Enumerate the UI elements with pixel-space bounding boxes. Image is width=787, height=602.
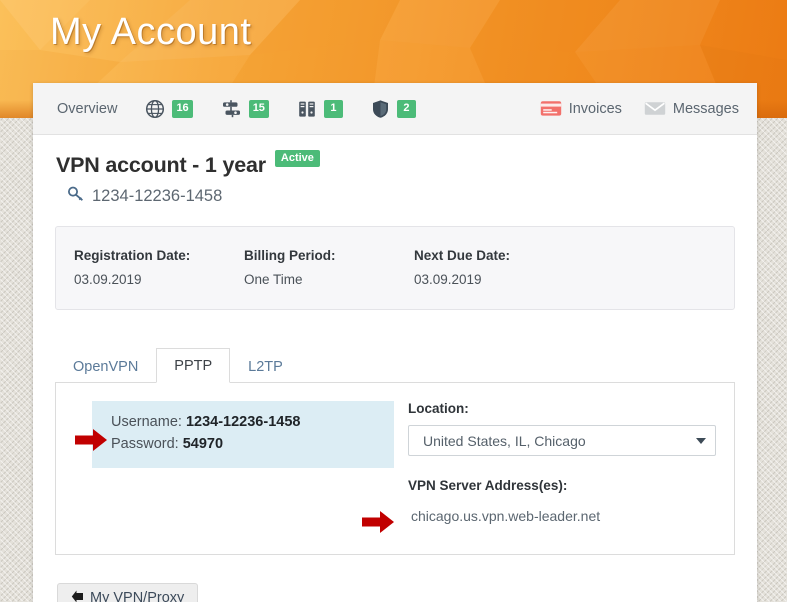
next-due-date-value: 03.09.2019 bbox=[414, 272, 482, 287]
password-value: 54970 bbox=[182, 435, 224, 452]
protocol-tabs: OpenVPN PPTP L2TP bbox=[55, 348, 735, 383]
back-button-label: My VPN/Proxy bbox=[90, 590, 185, 602]
credentials-section: Username: 1234-12236-1458 Password: 5497… bbox=[74, 401, 394, 530]
registration-date-value: 03.09.2019 bbox=[74, 272, 142, 287]
credit-card-icon bbox=[540, 100, 562, 117]
chevron-down-icon bbox=[696, 437, 706, 444]
nav-item-hosting[interactable]: 15 bbox=[207, 83, 283, 135]
info-column-next-due: Next Due Date: 03.09.2019 bbox=[414, 248, 614, 287]
account-id: 1234-12236-1458 bbox=[92, 187, 223, 205]
username-value: 1234-12236-1458 bbox=[185, 414, 301, 430]
server-address-row: chicago.us.vpn.web-leader.net bbox=[362, 508, 716, 533]
nav-item-overview[interactable]: Overview bbox=[33, 83, 131, 135]
globe-icon bbox=[145, 99, 165, 119]
location-select[interactable]: United States, IL, Chicago bbox=[408, 425, 716, 456]
servers-icon bbox=[297, 99, 317, 119]
location-label: Location: bbox=[408, 401, 469, 416]
nav-servers-badge: 1 bbox=[323, 99, 343, 118]
nav-domains-badge: 16 bbox=[172, 99, 193, 118]
key-icon bbox=[67, 185, 85, 208]
nav-item-domains[interactable]: 16 bbox=[131, 83, 206, 135]
server-address-value: chicago.us.vpn.web-leader.net bbox=[411, 508, 601, 524]
nav-invoices-label: Invoices bbox=[568, 100, 622, 117]
tab-pptp[interactable]: PPTP bbox=[156, 348, 231, 383]
nav-item-servers[interactable]: 1 bbox=[283, 83, 357, 135]
billing-period-label: Billing Period: bbox=[244, 248, 336, 263]
status-badge: Active bbox=[274, 150, 320, 167]
password-label: Password: bbox=[111, 435, 179, 452]
nav-right-group: Invoices Messages bbox=[540, 83, 739, 135]
account-title: VPN account - 1 year bbox=[56, 153, 266, 177]
shield-icon bbox=[371, 99, 390, 119]
location-section: Location: United States, IL, Chicago VPN… bbox=[362, 401, 716, 533]
tab-panel-pptp: Username: 1234-12236-1458 Password: 5497… bbox=[55, 383, 735, 555]
top-navigation: Overview 16 15 1 2 Invoices Messages bbox=[33, 83, 757, 135]
info-column-registration: Registration Date: 03.09.2019 bbox=[74, 248, 244, 287]
account-header: VPN account - 1 year Active bbox=[55, 150, 735, 178]
tab-openvpn[interactable]: OpenVPN bbox=[55, 349, 156, 383]
account-info-panel: Registration Date: 03.09.2019 Billing Pe… bbox=[55, 226, 735, 310]
password-line: Password: 54970 bbox=[111, 434, 380, 456]
account-card: Overview 16 15 1 2 Invoices Messages VPN… bbox=[33, 83, 757, 602]
billing-period-value: One Time bbox=[244, 272, 303, 287]
username-line: Username: 1234-12236-1458 bbox=[111, 412, 380, 434]
info-column-billing: Billing Period: One Time bbox=[244, 248, 414, 287]
nav-item-security[interactable]: 2 bbox=[357, 83, 430, 135]
location-selected-value: United States, IL, Chicago bbox=[423, 432, 586, 449]
credentials-box: Username: 1234-12236-1458 Password: 5497… bbox=[92, 401, 394, 468]
nav-messages-label: Messages bbox=[672, 100, 739, 117]
server-address-label: VPN Server Address(es): bbox=[408, 478, 568, 493]
card-body: VPN account - 1 year Active 1234-12236-1… bbox=[33, 135, 757, 555]
next-due-date-label: Next Due Date: bbox=[414, 248, 511, 263]
nav-left-group: Overview 16 15 1 2 bbox=[33, 83, 430, 135]
nav-overview-label: Overview bbox=[57, 100, 118, 117]
page-title: My Account bbox=[50, 11, 252, 53]
network-sliders-icon bbox=[221, 99, 242, 119]
back-to-my-vpn-proxy-button[interactable]: My VPN/Proxy bbox=[57, 583, 199, 602]
account-id-row: 1234-12236-1458 bbox=[55, 185, 735, 208]
tab-l2tp[interactable]: L2TP bbox=[230, 349, 301, 383]
nav-security-badge: 2 bbox=[396, 99, 416, 118]
nav-item-messages[interactable]: Messages bbox=[644, 83, 739, 135]
red-arrow-right-icon bbox=[362, 509, 395, 540]
arrow-left-icon bbox=[71, 590, 84, 602]
red-arrow-right-icon bbox=[75, 427, 108, 458]
nav-hosting-badge: 15 bbox=[248, 99, 269, 118]
registration-date-label: Registration Date: bbox=[74, 248, 191, 263]
username-label: Username: bbox=[111, 414, 182, 430]
nav-item-invoices[interactable]: Invoices bbox=[540, 83, 622, 135]
envelope-icon bbox=[644, 100, 666, 117]
